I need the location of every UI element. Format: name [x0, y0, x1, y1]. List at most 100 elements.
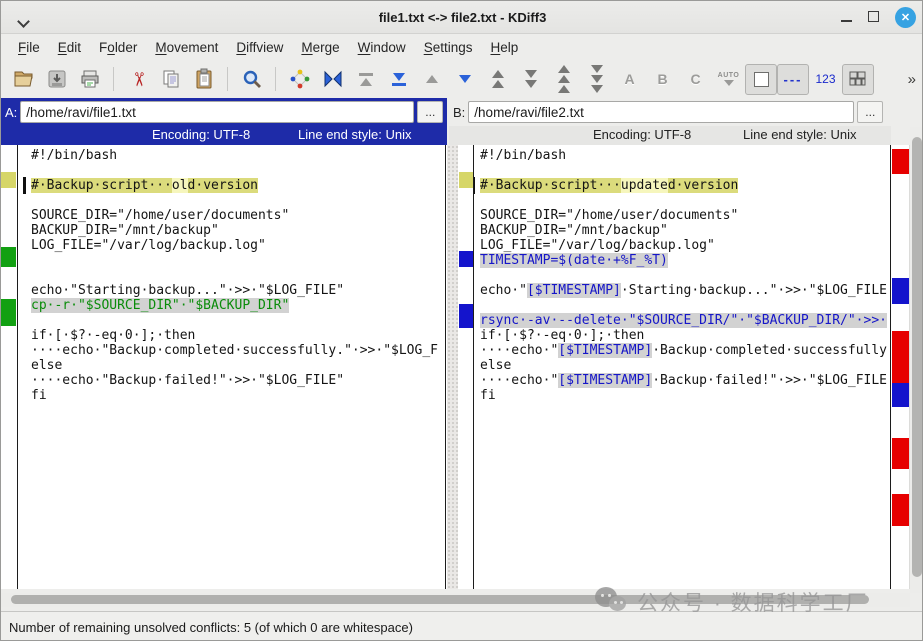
- code-segment: cp·-r·"$SOURCE_DIR"·"$BACKUP_DIR": [31, 298, 289, 313]
- menu-item-diffview[interactable]: Diffview: [227, 37, 292, 58]
- pane-a-text-area[interactable]: #!/bin/bash #·Backup·script···old·version…: [17, 145, 446, 589]
- goto-current-delta-button[interactable]: [316, 63, 349, 95]
- pane-b-browse-button[interactable]: ...: [857, 101, 883, 123]
- pane-splitter[interactable]: [447, 145, 458, 589]
- select-line-c-icon: C: [690, 71, 700, 87]
- code-line[interactable]: ····echo·"Backup·completed·successfully.…: [31, 343, 445, 358]
- horizontal-scrollbar[interactable]: [1, 593, 910, 607]
- code-line[interactable]: LOG_FILE="/var/log/backup.log": [31, 238, 445, 253]
- reload-icon: [289, 68, 311, 90]
- code-line[interactable]: [31, 313, 445, 328]
- code-line[interactable]: else: [31, 358, 445, 373]
- split-orientation-button[interactable]: [842, 64, 874, 95]
- save-button[interactable]: [40, 63, 73, 95]
- code-line[interactable]: rsync·-av·--delete·"$SOURCE_DIR/"·"$BACK…: [480, 313, 890, 328]
- pane-b-text-area[interactable]: #!/bin/bash #·Backup·script···updated·ver…: [473, 145, 891, 589]
- code-line[interactable]: cp·-r·"$SOURCE_DIR"·"$BACKUP_DIR": [31, 298, 445, 313]
- code-line[interactable]: fi: [480, 388, 890, 403]
- horizontal-scrollbar-thumb[interactable]: [11, 595, 869, 604]
- code-line[interactable]: echo·"Starting·backup..."·>>·"$LOG_FILE": [31, 283, 445, 298]
- code-line[interactable]: [480, 163, 890, 178]
- goto-prev-conflict-button[interactable]: [481, 63, 514, 95]
- pane-b-encoding: Encoding: UTF-8: [593, 127, 691, 142]
- code-segment: TIMESTAMP=$(date·+%F_%T): [480, 253, 668, 268]
- code-line[interactable]: [480, 268, 890, 283]
- code-line[interactable]: [31, 163, 445, 178]
- vertical-scrollbar[interactable]: [910, 127, 923, 593]
- show-whitespace-button[interactable]: [745, 64, 777, 95]
- title-bar: file1.txt <-> file2.txt - KDiff3 ✕: [1, 1, 923, 34]
- toolbar-overflow-button[interactable]: »: [908, 71, 918, 88]
- minimize-button[interactable]: [841, 9, 852, 27]
- pane-b-path-input[interactable]: [468, 101, 854, 123]
- goto-next-conflict-button[interactable]: [514, 63, 547, 95]
- code-line[interactable]: fi: [31, 388, 445, 403]
- menu-item-edit[interactable]: Edit: [49, 37, 90, 58]
- code-line[interactable]: BACKUP_DIR="/mnt/backup": [480, 223, 890, 238]
- select-line-b-button[interactable]: B: [646, 63, 679, 95]
- code-line[interactable]: LOG_FILE="/var/log/backup.log": [480, 238, 890, 253]
- goto-prev-delta-button[interactable]: [415, 63, 448, 95]
- pane-b-label: B:: [449, 105, 468, 120]
- code-line[interactable]: [480, 193, 890, 208]
- code-line[interactable]: SOURCE_DIR="/home/user/documents": [480, 208, 890, 223]
- code-segment: BACKUP_DIR="/mnt/backup": [480, 223, 668, 238]
- goto-last-delta-button[interactable]: [382, 63, 415, 95]
- code-line[interactable]: if·[·$?·-eq·0·];·then: [480, 328, 890, 343]
- code-line[interactable]: #!/bin/bash: [480, 148, 890, 163]
- goto-prev-unsolved-conflict-button[interactable]: [547, 63, 580, 95]
- auto-solve-button[interactable]: AUTO: [712, 63, 745, 95]
- code-line[interactable]: #·Backup·script···updated·version: [480, 178, 890, 193]
- select-line-a-button[interactable]: A: [613, 63, 646, 95]
- code-line[interactable]: [31, 193, 445, 208]
- code-line[interactable]: [31, 253, 445, 268]
- code-segment: ·Backup·completed·successfully: [652, 343, 887, 358]
- code-line[interactable]: BACKUP_DIR="/mnt/backup": [31, 223, 445, 238]
- code-segment: ·Backup·failed!"·>>·"$LOG_FILE: [652, 373, 887, 388]
- pane-a-info-bar: Encoding: UTF-8 Line end style: Unix: [1, 126, 447, 145]
- code-line[interactable]: ····echo·"Backup·failed!"·>>·"$LOG_FILE": [31, 373, 445, 388]
- code-line[interactable]: SOURCE_DIR="/home/user/documents": [31, 208, 445, 223]
- show-whitespace-characters-button[interactable]: ---: [777, 64, 809, 95]
- goto-next-delta-button[interactable]: [448, 63, 481, 95]
- code-line[interactable]: ····echo·"[$TIMESTAMP]·Backup·completed·…: [480, 343, 890, 358]
- code-line[interactable]: [31, 268, 445, 283]
- menu-item-help[interactable]: Help: [481, 37, 527, 58]
- find-button[interactable]: [235, 63, 268, 95]
- code-segment: d·version: [188, 178, 258, 193]
- maximize-button[interactable]: [868, 9, 879, 27]
- menu-bar: FileEditFolderMovementDiffviewMergeWindo…: [1, 34, 923, 60]
- vertical-scrollbar-thumb[interactable]: [912, 137, 922, 577]
- reload-button[interactable]: [283, 63, 316, 95]
- menu-item-window[interactable]: Window: [349, 37, 415, 58]
- goto-first-delta-button[interactable]: [349, 63, 382, 95]
- select-line-c-button[interactable]: C: [679, 63, 712, 95]
- code-line[interactable]: #·Backup·script···old·version: [31, 178, 445, 193]
- code-line[interactable]: if·[·$?·-eq·0·];·then: [31, 328, 445, 343]
- menu-item-folder[interactable]: Folder: [90, 37, 146, 58]
- code-segment: ····echo·": [480, 373, 558, 388]
- code-line[interactable]: [480, 298, 890, 313]
- code-line[interactable]: #!/bin/bash: [31, 148, 445, 163]
- cut-button[interactable]: ✂: [121, 63, 154, 95]
- menu-item-settings[interactable]: Settings: [415, 37, 482, 58]
- menu-item-file[interactable]: File: [9, 37, 49, 58]
- code-line[interactable]: TIMESTAMP=$(date·+%F_%T): [480, 253, 890, 268]
- copy-button[interactable]: [154, 63, 187, 95]
- pane-a-path-input[interactable]: [20, 101, 414, 123]
- code-segment: ····echo·"Backup·failed!"·>>·"$LOG_FILE": [31, 373, 344, 388]
- menu-item-merge[interactable]: Merge: [292, 37, 348, 58]
- code-line[interactable]: echo·"[$TIMESTAMP]·Starting·backup..."·>…: [480, 283, 890, 298]
- menu-item-movement[interactable]: Movement: [146, 37, 227, 58]
- code-line[interactable]: ····echo·"[$TIMESTAMP]·Backup·failed!"·>…: [480, 373, 890, 388]
- goto-last-delta-icon: [392, 73, 406, 86]
- diff-overview-column[interactable]: [892, 145, 910, 589]
- paste-button[interactable]: [187, 63, 220, 95]
- pane-a-browse-button[interactable]: ...: [417, 101, 443, 123]
- open-button[interactable]: [7, 63, 40, 95]
- close-button[interactable]: ✕: [895, 7, 916, 28]
- show-line-numbers-button[interactable]: 123: [809, 63, 842, 95]
- goto-next-unsolved-conflict-button[interactable]: [580, 63, 613, 95]
- print-button[interactable]: [73, 63, 106, 95]
- code-line[interactable]: else: [480, 358, 890, 373]
